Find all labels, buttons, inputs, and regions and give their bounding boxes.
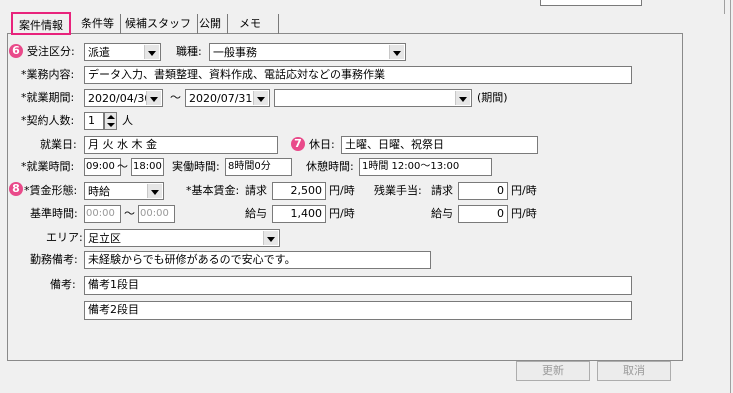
work-hours-tilde: ～ <box>117 160 128 173</box>
tab-candidate-staff[interactable]: 候補スタッフ <box>119 14 198 34</box>
label-actual-hours: 実働時間: <box>172 160 220 173</box>
work-end-time[interactable]: 18:00 <box>131 158 164 176</box>
overtime-billing-field[interactable]: 0 <box>458 182 508 200</box>
tab-conditions[interactable]: 条件等 <box>75 14 121 34</box>
tab-case-info[interactable]: 案件情報 <box>11 12 71 35</box>
unit-yen-per-hour-1: 円/時 <box>329 184 355 197</box>
label-billing-2: 請求 <box>431 184 453 197</box>
badge-7: 7 <box>291 137 305 151</box>
top-panel-edge <box>724 0 725 14</box>
chevron-down-icon <box>147 184 162 198</box>
cancel-button[interactable]: 取消 <box>597 361 671 381</box>
label-job-type: 職種: <box>176 45 202 58</box>
update-button[interactable]: 更新 <box>516 361 590 381</box>
label-wage-type: *賃金形態: <box>24 184 78 197</box>
period-tilde: ～ <box>170 91 181 104</box>
spin-up-icon[interactable] <box>107 115 115 119</box>
base-wage-salary-field[interactable]: 1,400 <box>272 205 326 223</box>
label-headcount: *契約人数: <box>21 114 75 127</box>
chevron-down-icon <box>263 231 278 245</box>
unit-yen-per-hour-4: 円/時 <box>511 207 537 220</box>
headcount-field[interactable]: 1 <box>84 112 104 130</box>
label-area: エリア: <box>46 231 83 244</box>
chevron-down-icon <box>389 45 404 59</box>
work-start-time[interactable]: 09:00 <box>84 158 121 176</box>
label-work-notes: 勤務備考: <box>30 253 78 266</box>
label-work-hours: *就業時間: <box>21 160 75 173</box>
headcount-spinner[interactable] <box>104 112 117 130</box>
period-type-select[interactable] <box>274 89 472 107</box>
job-type-value: 一般事務 <box>213 46 257 59</box>
holidays-field[interactable]: 土曜、日曜、祝祭日 <box>341 136 538 154</box>
unit-yen-per-hour-2: 円/時 <box>511 184 537 197</box>
label-holidays: 休日: <box>309 138 335 151</box>
job-description-field[interactable]: データ入力、書類整理、資料作成、電話応対などの事務作業 <box>84 66 632 84</box>
label-base-wage: *基本賃金: <box>186 184 240 197</box>
label-remarks: 備考: <box>50 278 76 291</box>
badge-8: 8 <box>9 182 23 196</box>
standard-hours-tilde: ～ <box>124 207 135 220</box>
tab-public[interactable]: 公開 <box>193 14 228 34</box>
label-standard-hours: 基準時間: <box>30 207 78 220</box>
spin-down-icon[interactable] <box>107 123 115 127</box>
headcount-unit: 人 <box>122 114 133 127</box>
label-work-days: 就業日: <box>40 138 77 151</box>
chevron-down-icon <box>455 91 470 105</box>
work-days-field[interactable]: 月 火 水 木 金 <box>84 136 278 154</box>
label-salary-1: 給与 <box>245 207 267 220</box>
tab-memo[interactable]: メモ <box>233 14 279 34</box>
label-break-time: 休憩時間: <box>306 160 354 173</box>
label-overtime-pay: 残業手当: <box>374 184 422 197</box>
label-billing-1: 請求 <box>245 184 267 197</box>
work-notes-field[interactable]: 未経験からでも研修があるので安心です。 <box>84 251 431 269</box>
chevron-down-icon <box>146 91 161 105</box>
area-value: 足立区 <box>88 232 121 245</box>
standard-start-time[interactable]: 00:00 <box>84 205 121 223</box>
area-select[interactable]: 足立区 <box>84 229 280 247</box>
order-type-select[interactable]: 派遣 <box>84 43 161 61</box>
label-order-type: 受注区分: <box>27 45 75 58</box>
label-work-period: *就業期間: <box>21 91 75 104</box>
overtime-salary-field[interactable]: 0 <box>458 205 508 223</box>
outer-frame-right <box>730 0 731 393</box>
job-type-select[interactable]: 一般事務 <box>209 43 406 61</box>
actual-hours-field[interactable]: 8時間0分 <box>225 158 292 176</box>
remarks-line-2[interactable]: 備考2段目 <box>84 301 632 320</box>
period-end-date[interactable]: 2020/07/31 <box>185 89 270 107</box>
standard-end-time[interactable]: 00:00 <box>138 205 175 223</box>
wage-type-select[interactable]: 時給 <box>84 182 164 200</box>
period-start-date[interactable]: 2020/04/30 <box>84 89 163 107</box>
badge-6: 6 <box>9 44 23 58</box>
break-time-field[interactable]: 1時間 12:00～13:00 <box>359 158 492 176</box>
remarks-line-1[interactable]: 備考1段目 <box>84 276 632 295</box>
wage-type-value: 時給 <box>88 185 110 198</box>
top-combo-remnant <box>540 0 642 6</box>
chevron-down-icon <box>253 91 268 105</box>
unit-yen-per-hour-3: 円/時 <box>329 207 355 220</box>
chevron-down-icon <box>144 45 159 59</box>
period-suffix: (期間) <box>477 91 508 104</box>
base-wage-billing-field[interactable]: 2,500 <box>272 182 326 200</box>
period-start-value: 2020/04/30 <box>88 92 152 105</box>
order-type-value: 派遣 <box>88 46 110 59</box>
label-job-description: *業務内容: <box>21 68 75 81</box>
period-end-value: 2020/07/31 <box>189 92 253 105</box>
label-salary-2: 給与 <box>431 207 453 220</box>
